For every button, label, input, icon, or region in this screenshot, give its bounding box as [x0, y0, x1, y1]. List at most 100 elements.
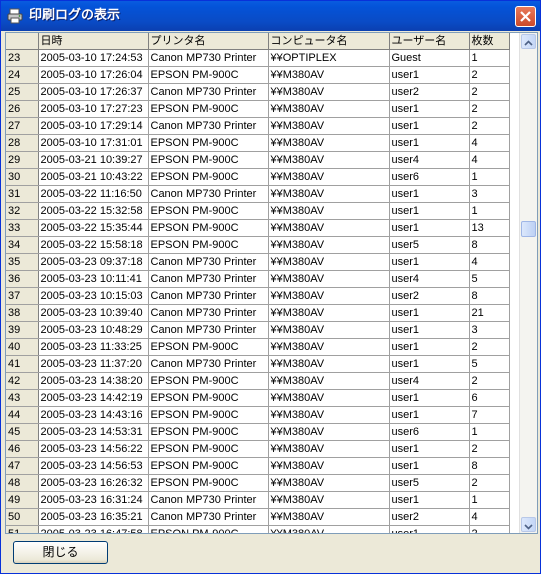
row-number[interactable]: 34	[6, 236, 39, 254]
table-row[interactable]: 36 2005-03-23 10:11:41 Canon MP730 Printer…	[6, 270, 510, 288]
scroll-up-button[interactable]	[521, 34, 536, 49]
row-number[interactable]: 29	[6, 151, 39, 169]
cell-printer[interactable]: EPSON PM-900C	[148, 440, 269, 458]
cell-datetime[interactable]: 2005-03-23 16:26:32	[38, 474, 149, 492]
row-number[interactable]: 46	[6, 440, 39, 458]
cell-pages[interactable]: 2	[469, 100, 510, 118]
column-header-computer[interactable]: コンピュータ名	[268, 33, 390, 50]
cell-computer[interactable]: ¥¥M380AV	[268, 185, 390, 203]
cell-datetime[interactable]: 2005-03-23 16:35:21	[38, 508, 149, 526]
cell-computer[interactable]: ¥¥M380AV	[268, 83, 390, 101]
cell-pages[interactable]: 2	[469, 440, 510, 458]
row-number[interactable]: 37	[6, 287, 39, 305]
cell-datetime[interactable]: 2005-03-10 17:24:53	[38, 49, 149, 67]
table-row[interactable]: 25 2005-03-10 17:26:37 Canon MP730 Printer…	[6, 83, 510, 101]
cell-pages[interactable]: 2	[469, 474, 510, 492]
row-number[interactable]: 40	[6, 338, 39, 356]
table-row[interactable]: 48 2005-03-23 16:26:32 EPSON PM-900C ¥¥M380…	[6, 474, 510, 492]
cell-user[interactable]: user2	[389, 287, 470, 305]
cell-user[interactable]: user5	[389, 236, 470, 254]
cell-datetime[interactable]: 2005-03-23 16:31:24	[38, 491, 149, 509]
cell-user[interactable]: user1	[389, 66, 470, 84]
cell-printer[interactable]: EPSON PM-900C	[148, 474, 269, 492]
cell-computer[interactable]: ¥¥M380AV	[268, 100, 390, 118]
cell-datetime[interactable]: 2005-03-21 10:39:27	[38, 151, 149, 169]
table-row[interactable]: 29 2005-03-21 10:39:27 EPSON PM-900C ¥¥M380…	[6, 151, 510, 169]
cell-user[interactable]: user1	[389, 304, 470, 322]
row-number[interactable]: 45	[6, 423, 39, 441]
cell-printer[interactable]: Canon MP730 Printer	[148, 270, 269, 288]
cell-user[interactable]: user1	[389, 253, 470, 271]
cell-computer[interactable]: ¥¥M380AV	[268, 219, 390, 237]
scroll-down-button[interactable]	[521, 517, 536, 532]
cell-pages[interactable]: 4	[469, 134, 510, 152]
cell-computer[interactable]: ¥¥M380AV	[268, 321, 390, 339]
cell-pages[interactable]: 4	[469, 508, 510, 526]
cell-pages[interactable]: 2	[469, 83, 510, 101]
row-number[interactable]: 24	[6, 66, 39, 84]
cell-user[interactable]: user1	[389, 406, 470, 424]
table-row[interactable]: 47 2005-03-23 14:56:53 EPSON PM-900C ¥¥M380…	[6, 457, 510, 475]
cell-computer[interactable]: ¥¥M380AV	[268, 474, 390, 492]
cell-computer[interactable]: ¥¥M380AV	[268, 406, 390, 424]
column-header-corner[interactable]	[6, 33, 39, 50]
cell-user[interactable]: user1	[389, 134, 470, 152]
row-number[interactable]: 44	[6, 406, 39, 424]
cell-datetime[interactable]: 2005-03-22 11:16:50	[38, 185, 149, 203]
cell-datetime[interactable]: 2005-03-23 14:42:19	[38, 389, 149, 407]
title-bar[interactable]: 印刷ログの表示	[1, 1, 540, 31]
cell-computer[interactable]: ¥¥M380AV	[268, 270, 390, 288]
cell-printer[interactable]: Canon MP730 Printer	[148, 185, 269, 203]
cell-user[interactable]: user4	[389, 270, 470, 288]
cell-pages[interactable]: 8	[469, 287, 510, 305]
cell-printer[interactable]: EPSON PM-900C	[148, 372, 269, 390]
cell-user[interactable]: user6	[389, 168, 470, 186]
cell-datetime[interactable]: 2005-03-10 17:26:04	[38, 66, 149, 84]
cell-user[interactable]: user2	[389, 508, 470, 526]
table-row[interactable]: 31 2005-03-22 11:16:50 Canon MP730 Printer…	[6, 185, 510, 203]
cell-printer[interactable]: EPSON PM-900C	[148, 134, 269, 152]
cell-datetime[interactable]: 2005-03-23 16:47:58	[38, 525, 149, 533]
cell-pages[interactable]: 1	[469, 491, 510, 509]
cell-printer[interactable]: Canon MP730 Printer	[148, 508, 269, 526]
cell-datetime[interactable]: 2005-03-10 17:31:01	[38, 134, 149, 152]
cell-printer[interactable]: Canon MP730 Printer	[148, 49, 269, 67]
cell-datetime[interactable]: 2005-03-23 14:56:22	[38, 440, 149, 458]
row-number[interactable]: 51	[6, 525, 39, 533]
cell-datetime[interactable]: 2005-03-23 10:39:40	[38, 304, 149, 322]
cell-datetime[interactable]: 2005-03-21 10:43:22	[38, 168, 149, 186]
cell-datetime[interactable]: 2005-03-23 09:37:18	[38, 253, 149, 271]
table-row[interactable]: 44 2005-03-23 14:43:16 EPSON PM-900C ¥¥M380…	[6, 406, 510, 424]
table-row[interactable]: 32 2005-03-22 15:32:58 EPSON PM-900C ¥¥M380…	[6, 202, 510, 220]
cell-printer[interactable]: Canon MP730 Printer	[148, 83, 269, 101]
cell-user[interactable]: user1	[389, 100, 470, 118]
table-row[interactable]: 41 2005-03-23 11:37:20 Canon MP730 Printer…	[6, 355, 510, 373]
row-number[interactable]: 28	[6, 134, 39, 152]
cell-computer[interactable]: ¥¥M380AV	[268, 423, 390, 441]
vertical-scrollbar[interactable]	[519, 33, 537, 533]
cell-user[interactable]: user2	[389, 83, 470, 101]
table-row[interactable]: 43 2005-03-23 14:42:19 EPSON PM-900C ¥¥M380…	[6, 389, 510, 407]
table-row[interactable]: 30 2005-03-21 10:43:22 EPSON PM-900C ¥¥M380…	[6, 168, 510, 186]
cell-printer[interactable]: EPSON PM-900C	[148, 202, 269, 220]
cell-computer[interactable]: ¥¥M380AV	[268, 457, 390, 475]
table-row[interactable]: 46 2005-03-23 14:56:22 EPSON PM-900C ¥¥M380…	[6, 440, 510, 458]
row-number[interactable]: 36	[6, 270, 39, 288]
cell-datetime[interactable]: 2005-03-23 10:15:03	[38, 287, 149, 305]
cell-printer[interactable]: EPSON PM-900C	[148, 66, 269, 84]
table-row[interactable]: 50 2005-03-23 16:35:21 Canon MP730 Printer…	[6, 508, 510, 526]
cell-pages[interactable]: 7	[469, 406, 510, 424]
column-header-datetime[interactable]: 日時	[38, 33, 149, 50]
cell-computer[interactable]: ¥¥M380AV	[268, 491, 390, 509]
row-number[interactable]: 47	[6, 457, 39, 475]
cell-computer[interactable]: ¥¥M380AV	[268, 202, 390, 220]
cell-user[interactable]: user1	[389, 338, 470, 356]
cell-pages[interactable]: 3	[469, 185, 510, 203]
cell-computer[interactable]: ¥¥M380AV	[268, 168, 390, 186]
cell-pages[interactable]: 2	[469, 117, 510, 135]
table-row[interactable]: 27 2005-03-10 17:29:14 Canon MP730 Printer…	[6, 117, 510, 135]
table-row[interactable]: 23 2005-03-10 17:24:53 Canon MP730 Printer…	[6, 49, 510, 67]
row-number[interactable]: 31	[6, 185, 39, 203]
cell-datetime[interactable]: 2005-03-23 14:56:53	[38, 457, 149, 475]
cell-user[interactable]: user4	[389, 372, 470, 390]
